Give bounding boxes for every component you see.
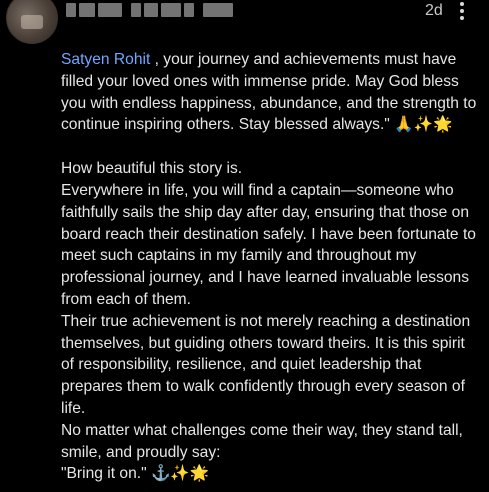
comment-body: Satyen Rohit , your journey and achievem… bbox=[61, 49, 481, 485]
menu-dot bbox=[460, 9, 464, 13]
redaction-block bbox=[131, 3, 141, 17]
timestamp: 2d bbox=[425, 2, 443, 19]
comment-line: "Bring it on." ⚓✨🌟 bbox=[61, 465, 210, 483]
redaction-block bbox=[184, 3, 194, 17]
comment-line: No matter what challenges come their way… bbox=[61, 421, 463, 461]
menu-dot bbox=[460, 2, 464, 6]
menu-dot bbox=[460, 16, 464, 20]
redaction-block bbox=[79, 3, 95, 17]
comment-line: How beautiful this story is. bbox=[61, 160, 243, 178]
comment-line: Everywhere in life, you will find a capt… bbox=[61, 181, 476, 308]
comment: 2d Satyen Rohit , your journey and achie… bbox=[0, 0, 489, 492]
comment-paragraph: Satyen Rohit , your journey and achievem… bbox=[61, 49, 481, 136]
redaction-block bbox=[66, 3, 76, 17]
avatar[interactable] bbox=[6, 0, 58, 44]
redaction-block bbox=[98, 3, 122, 17]
redaction-block bbox=[161, 3, 181, 17]
redaction-block bbox=[144, 3, 158, 17]
mention-link[interactable]: Satyen Rohit bbox=[61, 51, 150, 68]
more-options-icon[interactable] bbox=[454, 0, 470, 24]
redaction-block bbox=[203, 3, 233, 17]
author-name-redacted bbox=[66, 3, 233, 19]
comment-line: Their true achievement is not merely rea… bbox=[61, 312, 471, 417]
